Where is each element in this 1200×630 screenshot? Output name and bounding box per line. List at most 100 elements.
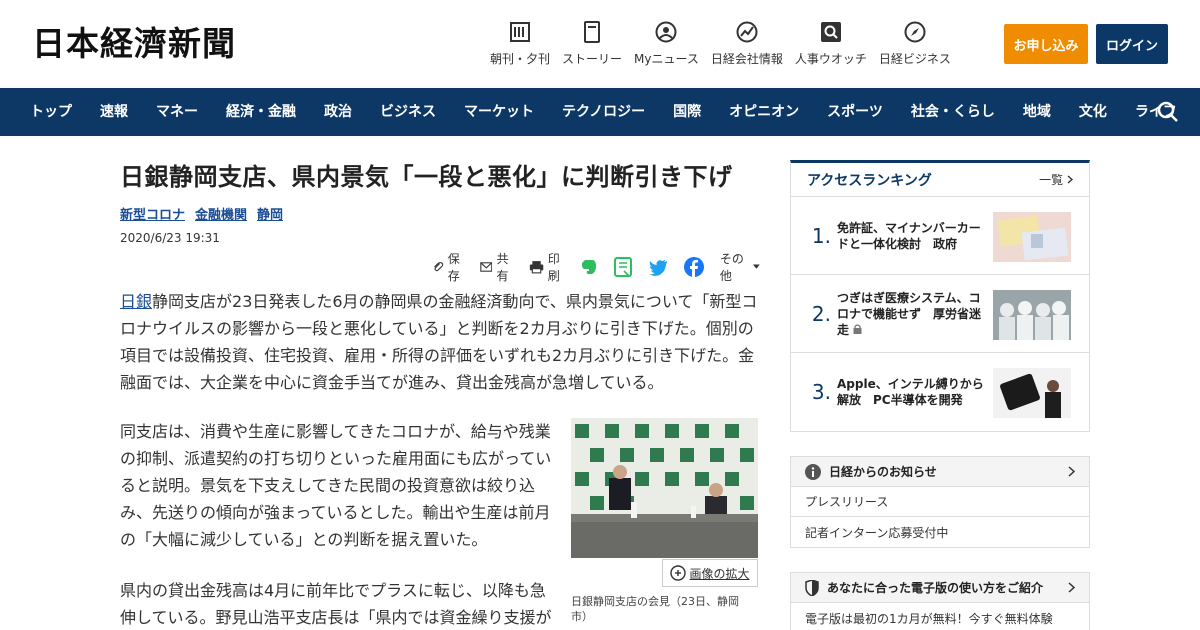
rank-thumbnail: [993, 290, 1071, 340]
twitter-icon: [648, 259, 667, 276]
article-photo[interactable]: [571, 418, 758, 558]
rank-number: 3.: [811, 380, 831, 404]
ranking-header: アクセスランキング 一覧: [791, 163, 1089, 197]
ranking-more-link[interactable]: 一覧: [1039, 171, 1074, 188]
ranking-more-label: 一覧: [1039, 173, 1064, 187]
digital-guide: あなたに合った電子版の使い方をご紹介 電子版は最初の1カ月が無料！今すぐ無料体験: [790, 572, 1090, 630]
print-button[interactable]: 印刷: [529, 250, 568, 284]
header-nav-story[interactable]: ストーリー: [562, 20, 622, 70]
nav-item-top[interactable]: トップ: [0, 88, 86, 136]
facebook-button[interactable]: [683, 257, 708, 277]
nav-item-economy[interactable]: 経済・金融: [212, 88, 310, 136]
nav-item-technology[interactable]: テクノロジー: [548, 88, 659, 136]
site-header: 日本経濟新聞 朝刊・夕刊 ストーリー Myニュース 日経会社情報 人事ウオッチ …: [0, 0, 1200, 88]
body-paragraph: 県内の貸出金残高は4月に前年比でプラスに転じ、以降も急伸している。野見山浩平支店…: [120, 581, 552, 627]
newspaper-icon: [508, 20, 532, 44]
site-logo[interactable]: 日本経濟新聞: [32, 26, 236, 62]
notice-link-intern[interactable]: 記者インターン応募受付中: [791, 517, 1089, 547]
more-share-button[interactable]: その他: [720, 250, 760, 284]
chevron-right-icon: [1068, 582, 1075, 593]
tag-link[interactable]: 金融機関: [195, 204, 247, 223]
nav-item-sokuho[interactable]: 速報: [86, 88, 142, 136]
mail-icon: [480, 262, 493, 272]
info-icon: [805, 463, 821, 480]
enlarge-image-button[interactable]: 画像の拡大: [662, 559, 758, 587]
publish-date: 2020/6/23 19:31: [120, 231, 220, 245]
shield-icon: [805, 579, 819, 596]
header-nav-label: ストーリー: [562, 52, 623, 66]
search-icon[interactable]: [1156, 100, 1180, 124]
topic-tags: 新型コロナ 金融機関 静岡: [120, 204, 760, 223]
evernote-icon: [581, 260, 596, 274]
memo-button[interactable]: [613, 257, 636, 277]
save-button[interactable]: 保存: [432, 250, 468, 284]
printer-icon: [529, 261, 543, 274]
guide-header[interactable]: あなたに合った電子版の使い方をご紹介: [791, 573, 1089, 603]
more-label: その他: [719, 252, 744, 283]
lead-text: 静岡支店が23日発表した6月の静岡県の金融経済動向で、県内景気について「新型コロ…: [120, 292, 758, 392]
header-nav-company[interactable]: 日経会社情報: [711, 20, 783, 70]
share-label: 共有: [496, 252, 509, 283]
nav-item-market[interactable]: マーケット: [450, 88, 548, 136]
save-label: 保存: [447, 252, 460, 283]
zoom-in-icon: [670, 565, 687, 581]
book-icon: [580, 20, 604, 44]
article-title: 日銀静岡支店、県内景気「一段と悪化」に判断引き下げ: [120, 163, 733, 191]
notice-link-press[interactable]: プレスリリース: [791, 487, 1089, 517]
enlarge-label: 画像の拡大: [689, 566, 750, 581]
rank-number: 2.: [811, 301, 831, 326]
twitter-button[interactable]: [648, 259, 672, 276]
print-label: 印刷: [547, 252, 560, 283]
ranking-title: アクセスランキング: [807, 172, 932, 189]
chart-icon: [735, 20, 759, 44]
nav-item-opinion[interactable]: オピニオン: [715, 88, 813, 136]
search-person-icon: [819, 20, 843, 44]
main-nav: トップ 速報 マネー 経済・金融 政治 ビジネス マーケット テクノロジー 国際…: [0, 88, 1200, 136]
nav-item-international[interactable]: 国際: [659, 88, 715, 136]
header-nav-label: 日経会社情報: [710, 52, 783, 66]
nav-item-region[interactable]: 地域: [1009, 88, 1065, 136]
guide-title: あなたに合った電子版の使い方をご紹介: [827, 581, 1044, 595]
tag-link[interactable]: 新型コロナ: [120, 204, 185, 223]
header-nav-mynews[interactable]: Myニュース: [634, 20, 699, 70]
compass-icon: [903, 20, 927, 44]
free-trial-link[interactable]: 電子版は最初の1カ月が無料！今すぐ無料体験: [791, 603, 1089, 630]
access-ranking: アクセスランキング 一覧 1. 免許証、マイナンバーカードと一体化検討 政府 2…: [790, 160, 1090, 432]
rank-headline: つぎはぎ医療システム、コロナで機能せず 厚労省迷走: [837, 290, 987, 338]
header-nav: 朝刊・夕刊 ストーリー Myニュース 日経会社情報 人事ウオッチ 日経ビジネス: [490, 20, 963, 70]
clip-icon: [434, 261, 444, 272]
tag-link[interactable]: 静岡: [257, 204, 283, 223]
rank-headline: Apple、インテル縛りから解放 PC半導体を開発: [837, 377, 984, 407]
nav-item-politics[interactable]: 政治: [310, 88, 366, 136]
ranking-item[interactable]: 3. Apple、インテル縛りから解放 PC半導体を開発: [791, 353, 1089, 431]
user-icon: [654, 20, 678, 44]
rank-thumbnail: [993, 368, 1071, 418]
share-toolbar: 保存 共有 印刷 その他: [420, 252, 760, 283]
nav-item-culture[interactable]: 文化: [1065, 88, 1121, 136]
ranking-item[interactable]: 2. つぎはぎ医療システム、コロナで機能せず 厚労省迷走: [791, 275, 1089, 353]
nav-item-sports[interactable]: スポーツ: [813, 88, 897, 136]
share-button[interactable]: 共有: [480, 250, 517, 284]
apply-button[interactable]: お申し込み: [1004, 24, 1088, 64]
notice-header[interactable]: 日経からのお知らせ: [791, 457, 1089, 487]
ranking-item[interactable]: 1. 免許証、マイナンバーカードと一体化検討 政府: [791, 197, 1089, 275]
caret-down-icon: [753, 264, 760, 269]
nav-item-business[interactable]: ビジネス: [366, 88, 450, 136]
header-nav-label: 人事ウオッチ: [794, 52, 867, 66]
evernote-button[interactable]: [580, 258, 602, 276]
header-nav-label: 朝刊・夕刊: [490, 52, 551, 66]
nav-item-money[interactable]: マネー: [142, 88, 212, 136]
login-button[interactable]: ログイン: [1096, 24, 1168, 64]
lead-paragraph: 日銀静岡支店が23日発表した6月の静岡県の金融経済動向で、県内景気について「新型…: [120, 288, 760, 396]
header-nav-jinji[interactable]: 人事ウオッチ: [795, 20, 867, 70]
nav-item-society[interactable]: 社会・くらし: [897, 88, 1009, 136]
lock-icon: [853, 323, 862, 334]
notice-title: 日経からのお知らせ: [829, 465, 937, 479]
boj-link[interactable]: 日銀: [120, 292, 152, 311]
rank-headline: 免許証、マイナンバーカードと一体化検討 政府: [837, 220, 981, 251]
header-nav-label: Myニュース: [634, 52, 699, 66]
header-nav-business[interactable]: 日経ビジネス: [879, 20, 951, 70]
memo-icon: [613, 257, 632, 277]
header-nav-newspaper[interactable]: 朝刊・夕刊: [490, 20, 550, 70]
rank-thumbnail: [993, 212, 1071, 262]
